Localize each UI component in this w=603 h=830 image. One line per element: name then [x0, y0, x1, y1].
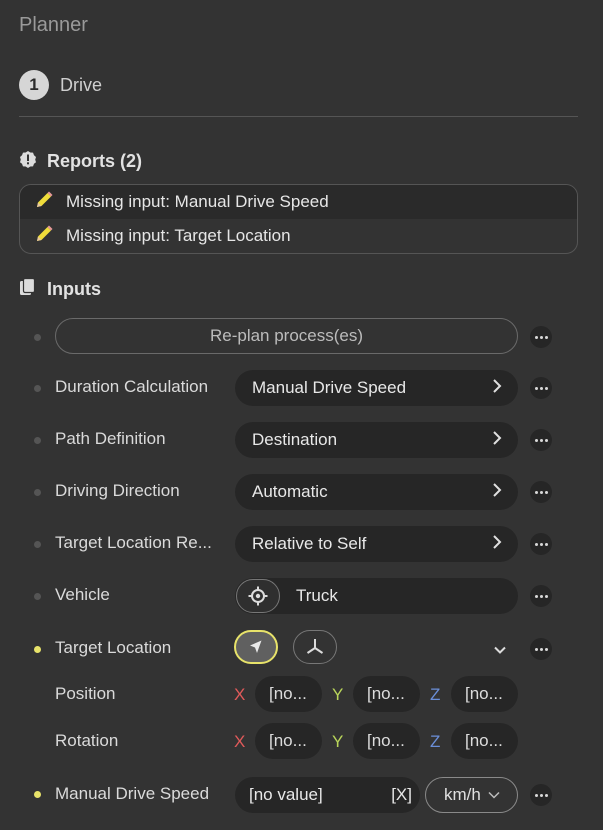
inputs-header[interactable]: Inputs [19, 277, 101, 301]
status-dot [34, 334, 41, 341]
path-value: Destination [252, 430, 338, 449]
pencil-icon [34, 224, 54, 249]
target-ref-row: Target Location Re... Relative to Self [0, 524, 603, 564]
target-location-row: Target Location [0, 629, 603, 669]
rotation-label: Rotation [55, 731, 119, 750]
more-dots-icon[interactable] [530, 784, 552, 806]
axis-y-label: Y [332, 685, 344, 704]
reports-title: Reports (2) [47, 151, 143, 171]
reports-header[interactable]: Reports (2) [19, 150, 142, 173]
chevron-down-icon[interactable] [494, 642, 506, 660]
direction-select[interactable]: Automatic [235, 474, 518, 510]
axis-x-label: X [234, 732, 246, 751]
vehicle-field[interactable]: Truck [235, 578, 518, 614]
panel-title: Planner [19, 14, 88, 36]
speed-label: Manual Drive Speed [55, 784, 210, 803]
chevron-right-icon [492, 534, 502, 554]
report-item[interactable]: Missing input: Target Location [20, 219, 577, 253]
unit-value: km/h [444, 785, 481, 804]
divider [19, 116, 578, 117]
duration-value: Manual Drive Speed [252, 378, 407, 397]
vehicle-value: Truck [296, 586, 338, 605]
direction-value: Automatic [252, 482, 328, 501]
axis-y-label: Y [332, 732, 344, 751]
documents-icon [19, 277, 37, 301]
report-text: Missing input: Manual Drive Speed [66, 192, 329, 211]
position-label: Position [55, 684, 116, 703]
more-dots-icon[interactable] [530, 481, 552, 503]
replan-row: Re-plan process(es) [0, 317, 603, 357]
replan-button[interactable]: Re-plan process(es) [55, 318, 518, 354]
more-dots-icon[interactable] [530, 429, 552, 451]
more-dots-icon[interactable] [530, 585, 552, 607]
step-label: Drive [60, 75, 103, 95]
crosshair-icon[interactable] [236, 579, 280, 613]
axis-z-label: Z [430, 732, 441, 751]
target-location-label: Target Location [55, 638, 172, 657]
speed-input[interactable]: [no value] [X] [235, 777, 420, 813]
pencil-icon [34, 190, 54, 215]
rotation-z-input[interactable]: [no... [451, 723, 518, 759]
axis-z-label: Z [430, 685, 441, 704]
status-dot [34, 593, 41, 600]
path-label: Path Definition [55, 429, 166, 448]
chevron-right-icon [492, 430, 502, 450]
chevron-down-icon [488, 785, 500, 805]
more-dots-icon[interactable] [530, 326, 552, 348]
speed-row: Manual Drive Speed [no value] [X] km/h [0, 775, 603, 813]
reports-list: Missing input: Manual Drive Speed Missin… [19, 184, 578, 254]
status-dot [34, 437, 41, 444]
rotation-row: Rotation X [no... Y [no... Z [no... [0, 723, 603, 759]
vehicle-row: Vehicle Truck [0, 576, 603, 616]
status-dot [34, 489, 41, 496]
target-ref-value: Relative to Self [252, 534, 367, 553]
step-number-badge: 1 [19, 70, 49, 100]
direction-label: Driving Direction [55, 481, 180, 500]
speed-value: [no value] [249, 785, 323, 804]
report-item[interactable]: Missing input: Manual Drive Speed [20, 185, 577, 219]
target-ref-label: Target Location Re... [55, 533, 212, 552]
status-dot [34, 385, 41, 392]
rotation-y-input[interactable]: [no... [353, 723, 420, 759]
clear-value-button[interactable]: [X] [391, 785, 412, 805]
unit-select[interactable]: km/h [425, 777, 518, 813]
vehicle-label: Vehicle [55, 585, 110, 604]
target-ref-select[interactable]: Relative to Self [235, 526, 518, 562]
status-dot-active [34, 646, 41, 653]
more-dots-icon[interactable] [530, 533, 552, 555]
more-dots-icon[interactable] [530, 638, 552, 660]
tripod-axis-icon[interactable] [293, 630, 337, 664]
position-y-input[interactable]: [no... [353, 676, 420, 712]
chevron-right-icon [492, 482, 502, 502]
status-dot [34, 541, 41, 548]
axis-x-label: X [234, 685, 246, 704]
duration-row: Duration Calculation Manual Drive Speed [0, 368, 603, 408]
position-row: Position X [no... Y [no... Z [no... [0, 676, 603, 712]
duration-label: Duration Calculation [55, 377, 209, 396]
alert-badge-icon [19, 150, 37, 173]
cursor-arrow-icon[interactable] [234, 630, 278, 664]
report-text: Missing input: Target Location [66, 226, 291, 245]
position-x-input[interactable]: [no... [255, 676, 322, 712]
more-dots-icon[interactable] [530, 377, 552, 399]
path-row: Path Definition Destination [0, 420, 603, 460]
direction-row: Driving Direction Automatic [0, 472, 603, 512]
duration-select[interactable]: Manual Drive Speed [235, 370, 518, 406]
inputs-title: Inputs [47, 279, 101, 299]
status-dot-active [34, 791, 41, 798]
path-select[interactable]: Destination [235, 422, 518, 458]
rotation-x-input[interactable]: [no... [255, 723, 322, 759]
chevron-right-icon [492, 378, 502, 398]
position-z-input[interactable]: [no... [451, 676, 518, 712]
